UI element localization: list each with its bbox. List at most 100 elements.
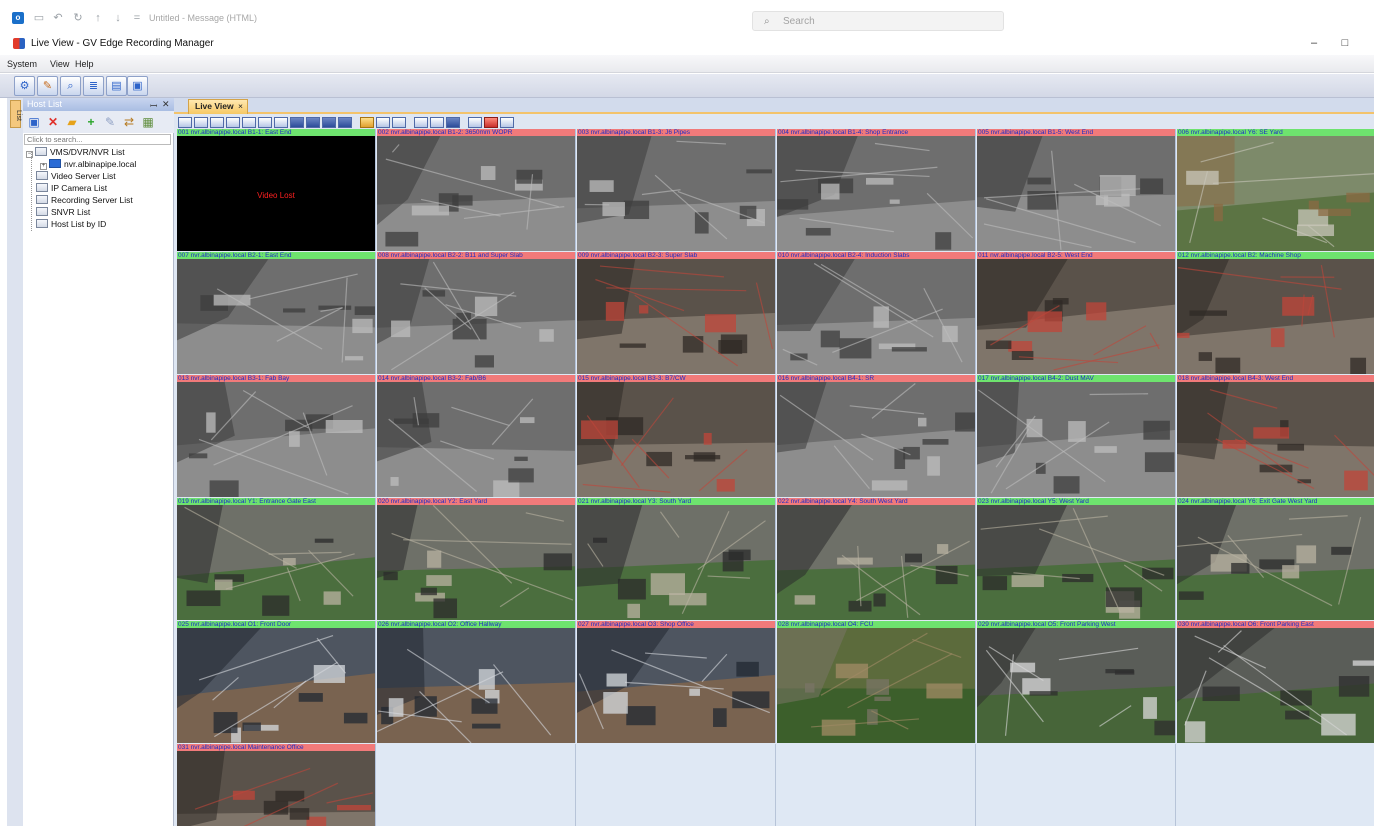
menu-help[interactable]: Help	[75, 59, 94, 69]
camera-feed[interactable]	[577, 628, 775, 743]
empty-camera-slot[interactable]	[977, 744, 1176, 826]
camera-feed[interactable]	[577, 136, 775, 251]
customize-icon[interactable]: =	[130, 12, 144, 24]
list-view-icon[interactable]: ≣	[83, 76, 104, 96]
delete-icon[interactable]: ✕	[45, 114, 61, 130]
tree-item-recording-server[interactable]: Recording Server List	[36, 195, 133, 207]
camera-feed[interactable]	[777, 382, 975, 497]
camera-feed[interactable]	[177, 259, 375, 374]
camera-tile[interactable]: 027 nvr.albinapipe.local O3: Shop Office	[577, 621, 776, 743]
camera-tile[interactable]: 031 nvr.albinapipe.local Maintenance Off…	[177, 744, 376, 826]
tab-close-icon[interactable]: ×	[238, 100, 243, 113]
layout-3x3-icon[interactable]	[210, 117, 224, 128]
arrow-up-icon[interactable]: ↑	[91, 12, 105, 24]
camera-tile[interactable]: 010 nvr.albinapipe.local B2-4: Induction…	[777, 252, 976, 374]
stretch-icon[interactable]	[414, 117, 428, 128]
empty-camera-slot[interactable]	[777, 744, 976, 826]
tree-item-video-server[interactable]: Video Server List	[36, 171, 116, 183]
camera-feed[interactable]	[977, 382, 1175, 497]
tree-item-vms-dvr-nvr[interactable]: − VMS/DVR/NVR List	[26, 147, 125, 159]
camera-tile[interactable]: 007 nvr.albinapipe.local B2-1: East End	[177, 252, 376, 374]
camera-tile[interactable]: 016 nvr.albinapipe.local B4-1: SR	[777, 375, 976, 497]
empty-camera-slot[interactable]	[577, 744, 776, 826]
export-icon[interactable]: ▦	[140, 114, 156, 130]
camera-tile[interactable]: 025 nvr.albinapipe.local O1: Front Door	[177, 621, 376, 743]
record-icon[interactable]	[446, 117, 460, 128]
camera-feed[interactable]	[177, 382, 375, 497]
camera-feed[interactable]	[777, 505, 975, 620]
save-host-icon[interactable]: ▣	[26, 114, 42, 130]
camera-feed[interactable]	[377, 505, 575, 620]
camera-feed[interactable]	[777, 136, 975, 251]
outlook-search-box[interactable]: ⌕ Search	[752, 11, 1004, 31]
camera-tile[interactable]: 002 nvr.albinapipe.local B1-2: 3650mm WO…	[377, 129, 576, 251]
camera-feed[interactable]	[577, 259, 775, 374]
camera-feed[interactable]	[777, 628, 975, 743]
layout-wide-icon[interactable]	[274, 117, 288, 128]
camera-feed[interactable]	[577, 382, 775, 497]
layout-5x5-icon[interactable]	[242, 117, 256, 128]
camera-tile[interactable]: 020 nvr.albinapipe.local Y2: East Yard	[377, 498, 576, 620]
camera-feed[interactable]	[977, 505, 1175, 620]
camera-feed[interactable]	[377, 136, 575, 251]
camera-feed[interactable]	[177, 628, 375, 743]
camera-tile[interactable]: 005 nvr.albinapipe.local B1-5: West End	[977, 129, 1176, 251]
save-icon[interactable]: ▭	[32, 12, 46, 24]
camera-feed[interactable]	[377, 382, 575, 497]
camera-tile[interactable]: 013 nvr.albinapipe.local B3-1: Fab Bay	[177, 375, 376, 497]
maximize-button[interactable]: □	[1336, 36, 1354, 50]
camera-tile[interactable]: 008 nvr.albinapipe.local B2-2: B11 and S…	[377, 252, 576, 374]
camera-tile[interactable]: 001 nvr.albinapipe.local B1-1: East End V…	[177, 129, 376, 251]
arrow-down-icon[interactable]: ↓	[111, 12, 125, 24]
camera-feed[interactable]	[377, 259, 575, 374]
camera-feed[interactable]	[777, 259, 975, 374]
camera-feed[interactable]	[977, 259, 1175, 374]
tree-item-nvr-host[interactable]: + nvr.albinapipe.local	[40, 159, 136, 171]
camera-feed[interactable]	[577, 505, 775, 620]
camera-feed[interactable]	[977, 136, 1175, 251]
layout-1x1-icon[interactable]	[178, 117, 192, 128]
camera-tile[interactable]: 006 nvr.albinapipe.local Y6: SE Yard	[1177, 129, 1374, 251]
search-tool-icon[interactable]: ⌕	[60, 76, 81, 96]
menu-view[interactable]: View	[50, 59, 69, 69]
camera-tile[interactable]: 015 nvr.albinapipe.local B3-3: B7/CW	[577, 375, 776, 497]
edit-icon[interactable]: ✎	[102, 114, 118, 130]
layout-dark-2-icon[interactable]	[306, 117, 320, 128]
fullscreen-icon[interactable]	[376, 117, 390, 128]
monitor-icon[interactable]: ▣	[127, 76, 148, 96]
empty-camera-slot[interactable]	[377, 744, 576, 826]
camera-tile[interactable]: 018 nvr.albinapipe.local B4-3: West End	[1177, 375, 1374, 497]
tree-item-host-by-id[interactable]: Host List by ID	[36, 219, 106, 231]
layout-dark-4-icon[interactable]	[338, 117, 352, 128]
camera-feed[interactable]	[1177, 136, 1374, 251]
camera-tile[interactable]: 024 nvr.albinapipe.local Y6: Exit Gate W…	[1177, 498, 1374, 620]
tools-icon[interactable]: ✎	[37, 76, 58, 96]
host-list-strip-tab[interactable]: Host List	[10, 100, 29, 128]
camera-feed[interactable]	[377, 628, 575, 743]
camera-tile[interactable]: 003 nvr.albinapipe.local B1-3: J6 Pipes	[577, 129, 776, 251]
tab-live-view[interactable]: Live View ×	[188, 99, 248, 114]
layout-6x6-icon[interactable]	[258, 117, 272, 128]
camera-feed[interactable]	[177, 505, 375, 620]
camera-feed[interactable]	[1177, 382, 1374, 497]
camera-tile[interactable]: 023 nvr.albinapipe.local Y5: West Yard	[977, 498, 1176, 620]
tree-item-snvr[interactable]: SNVR List	[36, 207, 90, 219]
camera-feed[interactable]: Video Lost	[177, 136, 375, 251]
undo-icon[interactable]: ↶	[51, 12, 65, 24]
settings-gear-icon[interactable]: ⚙	[14, 76, 35, 96]
camera-tile[interactable]: 028 nvr.albinapipe.local O4: FCU	[777, 621, 976, 743]
expand-icon[interactable]: +	[40, 163, 47, 170]
tree-item-ip-camera[interactable]: IP Camera List	[36, 183, 107, 195]
camera-tile[interactable]: 004 nvr.albinapipe.local B1-4: Shop Entr…	[777, 129, 976, 251]
window-icon[interactable]	[392, 117, 406, 128]
redo-icon[interactable]: ↻	[71, 12, 85, 24]
camera-tile[interactable]: 022 nvr.albinapipe.local Y4: South West …	[777, 498, 976, 620]
settings-view-icon[interactable]	[500, 117, 514, 128]
camera-tile[interactable]: 030 nvr.albinapipe.local O6: Front Parki…	[1177, 621, 1374, 743]
camera-tile[interactable]: 009 nvr.albinapipe.local B2-3: Super Sla…	[577, 252, 776, 374]
console-icon[interactable]: ▤	[106, 76, 127, 96]
snapshot-icon[interactable]	[468, 117, 482, 128]
close-all-icon[interactable]	[430, 117, 444, 128]
camera-feed[interactable]	[977, 628, 1175, 743]
camera-feed[interactable]	[1177, 259, 1374, 374]
